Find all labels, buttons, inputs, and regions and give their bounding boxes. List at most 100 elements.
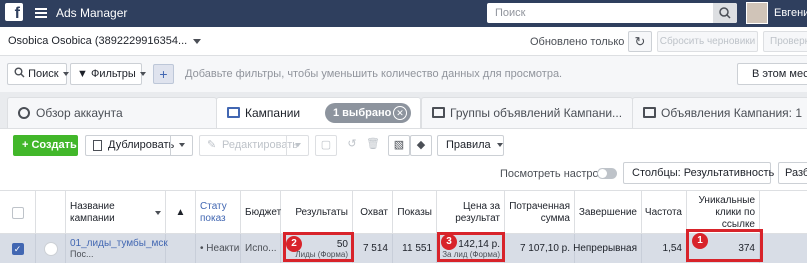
campaign-sub-actions[interactable]: Пос... (70, 249, 93, 259)
header-label: Цена за результат (455, 200, 500, 224)
duplicate-icon (93, 140, 102, 151)
header-name[interactable]: Название кампании (66, 191, 166, 234)
search-filter-button[interactable]: Поиск (7, 63, 69, 85)
header-unique-clicks[interactable]: Уникальные клики по ссылке (687, 191, 760, 234)
folder-icon (227, 107, 240, 118)
tab-label: Кампании (245, 106, 301, 120)
columns-label: Столбцы: Результативность (632, 167, 775, 179)
row-status: • Неактив (196, 234, 241, 263)
header-label: Результаты (295, 206, 348, 218)
filters-label: Фильтры (90, 68, 136, 80)
header-select-all[interactable] (0, 191, 36, 234)
undo-button[interactable]: ↺ (341, 135, 363, 156)
account-name: Osobica Osobica (3892229916354... (8, 35, 188, 47)
tab-campaigns[interactable]: Кампании 1 выбрано ✕ (216, 97, 421, 129)
search-filter-label: Поиск (28, 68, 59, 80)
search-input[interactable]: Поиск (487, 3, 737, 23)
chart-button[interactable]: ▧ (388, 135, 410, 156)
search-button[interactable] (713, 3, 737, 23)
row-budget: Испо... (241, 234, 281, 263)
row-name[interactable]: 01_лиды_тумбы_мск Пос... (66, 234, 168, 263)
duplicate-button[interactable]: Дублировать (85, 135, 193, 156)
chart-icon: ▧ (393, 139, 405, 151)
tag-button[interactable]: ◆ (410, 135, 432, 156)
header-warnings: ▲ (166, 191, 196, 234)
row-checkbox[interactable]: ✓ (11, 242, 24, 255)
account-selector[interactable]: Osobica Osobica (3892229916354... (8, 35, 202, 47)
clipboard-icon: ▢ (320, 139, 332, 151)
row-ends: Непрерывная (573, 234, 642, 263)
create-button[interactable]: + Создать (13, 135, 78, 156)
top-bar: f Ads Manager Поиск Евгений (0, 0, 807, 27)
selected-count-pill[interactable]: 1 выбрано ✕ (325, 103, 411, 123)
header-label: Охват (360, 206, 388, 218)
header-frequency[interactable]: Частота (642, 191, 687, 234)
header-label: Потраченная сумма (509, 200, 570, 224)
header-status[interactable]: Стату показ (196, 191, 241, 234)
chevron-down-icon (139, 72, 146, 77)
app-title[interactable]: Ads Manager (56, 6, 127, 20)
select-all-checkbox[interactable] (11, 206, 24, 219)
reset-drafts-button[interactable]: Сбросить черновики (657, 31, 758, 52)
tab-ads[interactable]: Объявления Кампания: 1 (632, 97, 807, 128)
columns-button[interactable]: Столбцы: Результативность (623, 162, 787, 184)
delete-button[interactable]: 🗑 (362, 135, 384, 156)
view-settings-toggle[interactable] (597, 168, 617, 179)
status-toggle[interactable] (43, 241, 58, 256)
tab-label: Обзор аккаунта (36, 106, 123, 120)
header-results[interactable]: Результаты (281, 191, 353, 234)
row-select[interactable]: ✓ (0, 234, 36, 263)
tab-account-overview[interactable]: Обзор аккаунта (7, 97, 217, 128)
search-icon (14, 67, 25, 78)
date-range-selector[interactable]: В этом месяц (737, 63, 807, 85)
ads-icon (643, 107, 656, 118)
campaign-name-link[interactable]: 01_лиды_тумбы_мск (70, 238, 168, 249)
selected-count: 1 выбрано (333, 107, 392, 119)
menu-icon[interactable] (35, 8, 47, 18)
breakdown-button[interactable]: Разби (778, 162, 807, 184)
header-reach[interactable]: Охват (353, 191, 393, 234)
overview-icon (18, 107, 30, 119)
header-label: Показы (397, 206, 432, 218)
header-impressions[interactable]: Показы (393, 191, 437, 234)
header-label: Бюджет (245, 206, 282, 218)
rules-button[interactable]: Правила (437, 135, 504, 156)
annotation-badge-2: 2 (286, 236, 302, 252)
clipboard-button[interactable]: ▢ (315, 135, 337, 156)
close-icon[interactable]: ✕ (393, 106, 407, 120)
row-toggle[interactable] (36, 234, 66, 263)
header-budget[interactable]: Бюджет (241, 191, 281, 234)
rules-label: Правила (446, 139, 491, 151)
edit-button[interactable]: ✎ Редактировать (199, 135, 309, 156)
row-spent: 7 107,10 р. (505, 234, 575, 263)
refresh-button[interactable]: ↻ (628, 31, 652, 52)
row-impressions: 11 551 (393, 234, 437, 263)
header-spent[interactable]: Потраченная сумма (505, 191, 575, 234)
add-filter-button[interactable]: + (153, 64, 174, 84)
header-toggle-col (36, 191, 66, 234)
annotation-badge-3: 3 (441, 234, 457, 250)
header-cost-per-result[interactable]: Цена за результат (437, 191, 505, 234)
ad-sets-icon (432, 107, 445, 118)
chevron-down-icon (62, 72, 69, 77)
chevron-down-icon (496, 143, 503, 148)
chevron-down-icon (294, 143, 301, 148)
header-label: Завершение (578, 206, 637, 218)
warning-icon: ▲ (175, 206, 186, 218)
trash-icon: 🗑 (366, 138, 380, 150)
header-label: Частота (644, 206, 682, 218)
tab-label: Объявления Кампания: 1 (661, 106, 802, 120)
header-ends[interactable]: Завершение (575, 191, 642, 234)
avatar[interactable] (746, 2, 768, 24)
filters-button[interactable]: ▼ Фильтры (70, 63, 146, 85)
tab-label: Группы объявлений Кампани... (450, 106, 623, 120)
review-button[interactable]: Проверк (763, 31, 807, 52)
undo-icon: ↺ (347, 138, 357, 150)
tab-ad-sets[interactable]: Группы объявлений Кампани... (421, 97, 633, 128)
chevron-down-icon (178, 143, 185, 148)
user-name[interactable]: Евгений (774, 7, 807, 19)
row-warnings (166, 234, 196, 263)
filter-hint: Добавьте фильтры, чтобы уменьшить количе… (185, 68, 563, 80)
facebook-logo-icon[interactable]: f (5, 3, 23, 22)
row-frequency: 1,54 (642, 234, 687, 263)
